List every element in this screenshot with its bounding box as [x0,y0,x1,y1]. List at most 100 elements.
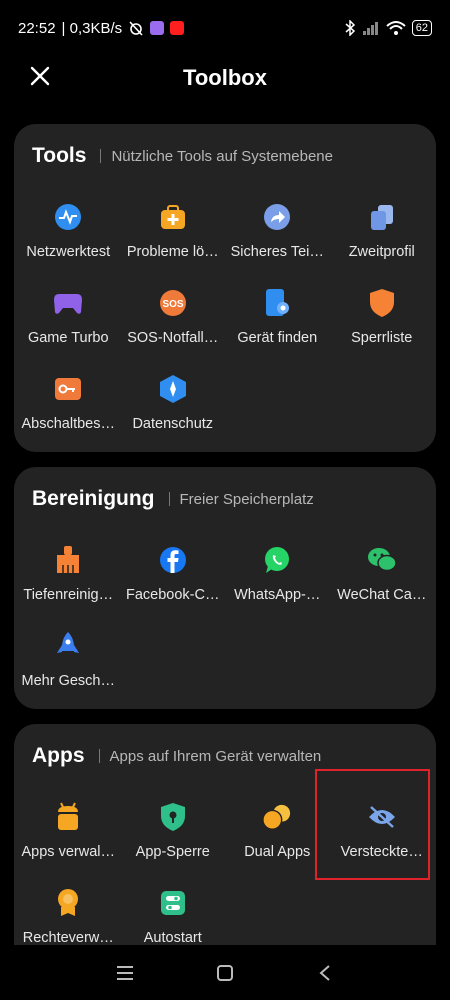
close-button[interactable] [26,62,54,90]
battery-indicator: 62 [411,20,432,36]
divider [100,149,102,163]
tool-label: Apps verwal… [21,844,115,860]
tool-label: Mehr Gesch… [21,673,115,689]
tool-dual-apps[interactable]: Dual Apps [225,788,330,874]
tool-sos[interactable]: SOS SOS-Notfall… [121,274,226,360]
tool-label: Versteckte… [340,844,423,860]
status-right: 62 [344,20,432,36]
back-icon [319,964,330,981]
tool-shutdown[interactable]: Abschaltbes… [16,360,121,446]
tool-whatsapp-clean[interactable]: WhatsApp-… [225,531,330,617]
find-device-icon [262,288,292,318]
app-lock-icon [158,802,188,832]
android-icon [53,802,83,832]
tool-hidden-apps[interactable]: Versteckte… [330,788,435,874]
message-notification-icon [150,21,165,35]
tool-game-turbo[interactable]: Game Turbo [16,274,121,360]
apps-grid: Apps verwal… App-Sperre Dual Apps Verste… [16,788,434,960]
secure-share-icon [262,202,292,232]
gamepad-icon [53,288,83,318]
autostart-icon [158,888,188,918]
page-title: Toolbox [183,65,267,90]
signal-icon [362,22,378,35]
alarm-off-icon [129,21,143,36]
sos-icon: SOS [158,288,188,318]
tool-label: Sperrliste [351,330,413,346]
youtube-notification-icon [170,21,185,35]
apps-card: Apps Apps auf Ihrem Gerät verwalten Apps… [14,724,436,964]
wechat-icon [367,545,397,575]
tool-secure-share[interactable]: Sicheres Tei… [225,188,330,274]
tool-label: WeChat Ca… [337,587,427,603]
tool-label: Zweitprofil [348,244,415,260]
tools-grid: Netzwerktest Probleme lö… Sicheres Tei… … [16,188,434,446]
tool-deep-clean[interactable]: Tiefenreinig… [16,531,121,617]
bluetooth-icon [345,20,355,36]
cleanup-grid: Tiefenreinig… Facebook-C… WhatsApp-… WeC… [16,531,434,703]
wifi-icon [386,21,406,35]
top-bar: Toolbox [0,56,450,100]
divider [168,492,170,506]
eye-hidden-icon [367,802,397,832]
tool-troubleshoot[interactable]: Probleme lö… [121,188,226,274]
menu-icon [117,965,133,980]
section-title: Bereinigung [32,487,155,510]
tool-more-speed[interactable]: Mehr Gesch… [16,617,121,703]
svg-text:SOS: SOS [162,299,183,310]
section-subtitle: Freier Speicherplatz [179,490,314,508]
tool-label: Datenschutz [132,416,214,432]
tool-label: Dual Apps [244,844,311,860]
tools-header: Tools Nützliche Tools auf Systemebene [16,124,434,188]
troubleshoot-icon [158,202,188,232]
tool-label: App-Sperre [135,844,210,860]
home-icon [217,964,233,981]
shield-icon [367,288,397,318]
dual-apps-icon [262,802,292,832]
tool-second-profile[interactable]: Zweitprofil [330,188,435,274]
second-profile-icon [367,202,397,232]
tool-label: Netzwerktest [26,244,111,260]
close-icon [30,66,50,86]
status-network-speed: | 0,3KB/s [61,19,123,37]
tool-label: Tiefenreinig… [23,587,114,603]
tool-app-lock[interactable]: App-Sperre [121,788,226,874]
tool-wechat-clean[interactable]: WeChat Ca… [330,531,435,617]
tool-privacy[interactable]: Datenschutz [121,360,226,446]
network-test-icon [53,202,83,232]
section-subtitle: Apps auf Ihrem Gerät verwalten [109,747,322,765]
nav-home-button[interactable] [175,953,275,993]
tool-label: Abschaltbes… [21,416,116,432]
tool-label: Gerät finden [237,330,318,346]
nav-menu-button[interactable] [75,953,175,993]
tools-card: Tools Nützliche Tools auf Systemebene Ne… [14,124,436,452]
navigation-bar [0,945,450,1000]
cleanup-header: Bereinigung Freier Speicherplatz [16,467,434,531]
key-icon [53,374,83,404]
tool-find-device[interactable]: Gerät finden [225,274,330,360]
tool-label: SOS-Notfall… [127,330,219,346]
cleanup-card: Bereinigung Freier Speicherplatz Tiefenr… [14,467,436,709]
nav-back-button[interactable] [275,953,375,993]
tool-label: Game Turbo [27,330,109,346]
tool-blocklist[interactable]: Sperrliste [330,274,435,360]
tool-label: WhatsApp-… [234,587,321,603]
whatsapp-icon [262,545,292,575]
rocket-icon [53,631,83,661]
facebook-icon [158,545,188,575]
broom-icon [53,545,83,575]
tool-label: Rechteverw… [22,930,114,946]
status-left: 22:52 | 0,3KB/s [18,19,185,37]
status-time: 22:52 [18,19,56,37]
status-bar: 22:52 | 0,3KB/s 62 [0,0,450,56]
section-subtitle: Nützliche Tools auf Systemebene [111,147,333,165]
tool-manage-apps[interactable]: Apps verwal… [16,788,121,874]
tool-label: Probleme lö… [126,244,219,260]
permissions-icon [53,888,83,918]
apps-header: Apps Apps auf Ihrem Gerät verwalten [16,724,434,788]
tool-network-test[interactable]: Netzwerktest [16,188,121,274]
privacy-icon [158,374,188,404]
tool-facebook-clean[interactable]: Facebook-C… [121,531,226,617]
section-title: Apps [32,744,85,767]
tool-label: Autostart [143,930,202,946]
tool-label: Facebook-C… [126,587,220,603]
